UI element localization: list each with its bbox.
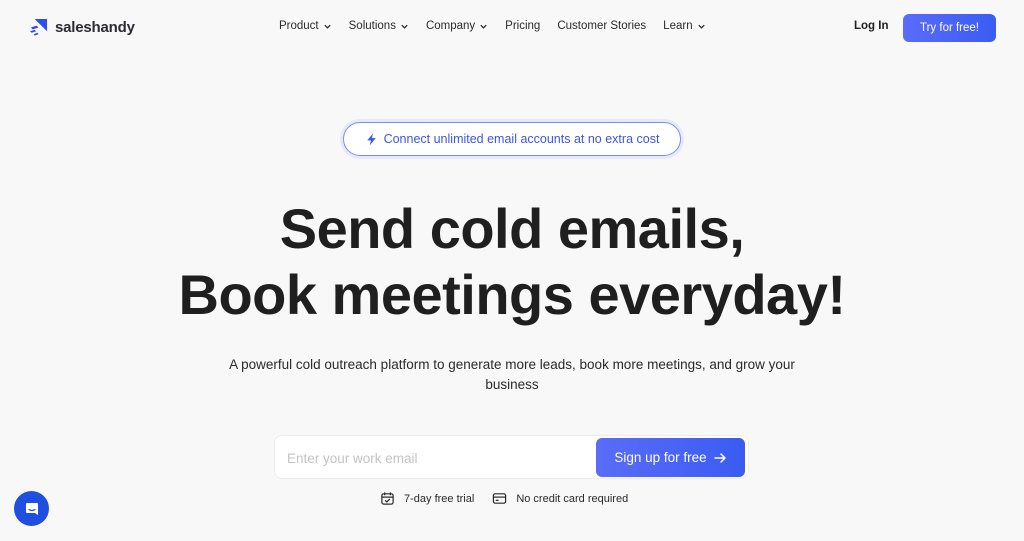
login-link[interactable]: Log In [854, 20, 889, 32]
site-header: saleshandy Product Solutions Company Pri… [0, 0, 1024, 58]
perk-label: No credit card required [516, 492, 629, 505]
promo-badge[interactable]: Connect unlimited email accounts at no e… [343, 122, 681, 156]
chevron-down-icon [401, 24, 408, 29]
headline-line-2: Book meetings everyday! [178, 263, 846, 326]
sign-up-button[interactable]: Sign up for free [596, 438, 745, 477]
hero-subtitle: A powerful cold outreach platform to gen… [229, 357, 795, 392]
arrow-right-icon [713, 452, 726, 463]
nav-item-label: Customer Stories [557, 20, 647, 32]
nav-item-product[interactable]: Product [279, 20, 332, 32]
main-nav: Product Solutions Company Pricing Custom… [279, 20, 706, 32]
try-for-free-button[interactable]: Try for free! [903, 14, 996, 42]
nav-item-solutions[interactable]: Solutions [349, 20, 409, 32]
chevron-down-icon [323, 24, 331, 29]
headline-line-1: Send cold emails, [279, 197, 745, 260]
hero-headline: Send cold emails, Book meetings everyday… [0, 196, 1024, 328]
chat-icon [25, 502, 38, 515]
calendar-check-icon [381, 492, 394, 505]
perk-label: 7-day free trial [404, 492, 475, 505]
lightning-icon [366, 132, 376, 146]
signup-form: Sign up for free [274, 435, 749, 479]
nav-item-pricing[interactable]: Pricing [505, 20, 540, 32]
brand-name: saleshandy [55, 19, 135, 36]
nav-item-label: Product [279, 20, 319, 32]
perks-list: 7-day free trial No credit card required [380, 491, 628, 506]
sign-up-button-label: Sign up for free [614, 450, 707, 465]
nav-item-label: Pricing [505, 20, 541, 32]
credit-card-icon [493, 493, 507, 504]
nav-item-customer-stories[interactable]: Customer Stories [557, 20, 646, 32]
nav-item-company[interactable]: Company [426, 20, 488, 32]
perk-free-trial: 7-day free trial [380, 491, 474, 506]
chevron-down-icon [480, 24, 487, 29]
chevron-down-icon [697, 24, 705, 29]
nav-item-label: Company [425, 20, 476, 32]
nav-item-label: Solutions [348, 20, 396, 32]
nav-item-learn[interactable]: Learn [663, 20, 705, 32]
saleshandy-logo-icon [29, 18, 48, 36]
perk-no-credit-card: No credit card required [492, 491, 628, 506]
promo-badge-text: Connect unlimited email accounts at no e… [383, 132, 660, 146]
logo[interactable]: saleshandy [29, 18, 135, 37]
work-email-input[interactable] [287, 444, 587, 472]
nav-item-label: Learn [663, 20, 693, 32]
chat-widget-button[interactable] [14, 491, 49, 526]
